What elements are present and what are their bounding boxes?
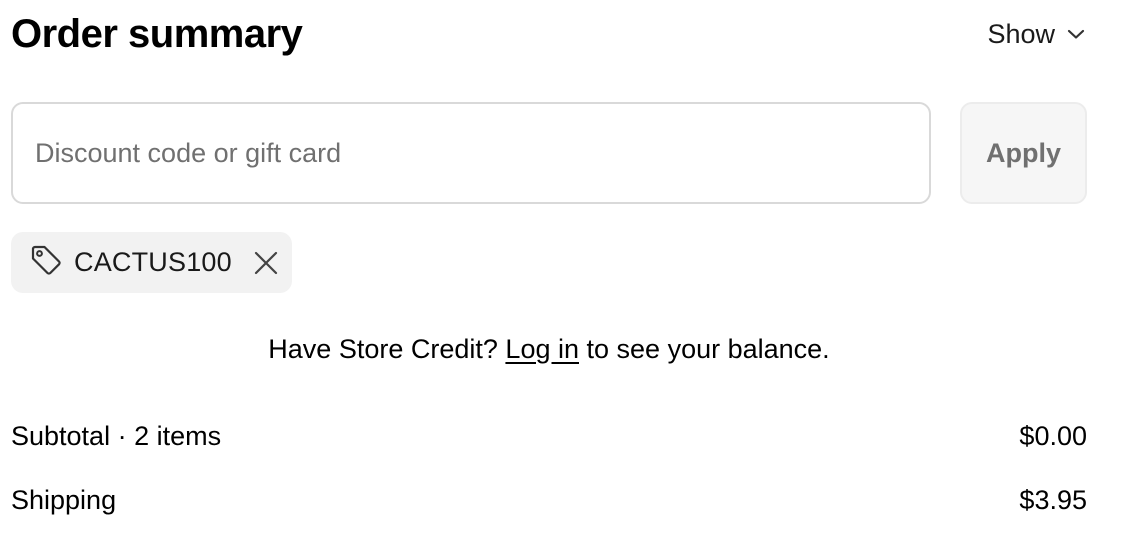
store-credit-notice: Have Store Credit? Log in to see your ba… xyxy=(0,334,1098,365)
discount-form: Apply xyxy=(11,102,1087,204)
apply-button[interactable]: Apply xyxy=(960,102,1087,204)
close-icon xyxy=(254,251,277,274)
shipping-row: Shipping $3.95 xyxy=(11,485,1087,516)
store-credit-prefix: Have Store Credit? xyxy=(268,334,498,364)
discount-code-label: CACTUS100 xyxy=(74,247,232,277)
store-credit-suffix: to see your balance. xyxy=(586,334,830,364)
show-toggle-label: Show xyxy=(987,18,1055,49)
tag-icon xyxy=(29,243,63,282)
discount-code-input[interactable] xyxy=(11,102,931,204)
subtotal-amount: $0.00 xyxy=(1019,421,1087,451)
chevron-down-icon xyxy=(1067,28,1085,40)
show-toggle[interactable]: Show xyxy=(987,19,1087,50)
shipping-amount: $3.95 xyxy=(1019,485,1087,515)
shipping-label: Shipping xyxy=(11,485,117,515)
subtotal-label: Subtotal · 2 items xyxy=(11,421,222,451)
page-title: Order summary xyxy=(11,11,303,56)
order-summary-header: Order summary Show xyxy=(11,8,1087,60)
applied-discount-chip: CACTUS100 xyxy=(11,232,292,293)
subtotal-row: Subtotal · 2 items $0.00 xyxy=(11,421,1087,452)
order-summary-panel: Order summary Show Apply CACTUS100 xyxy=(0,0,1136,546)
log-in-link[interactable]: Log in xyxy=(505,334,579,364)
remove-discount-button[interactable] xyxy=(252,249,280,277)
